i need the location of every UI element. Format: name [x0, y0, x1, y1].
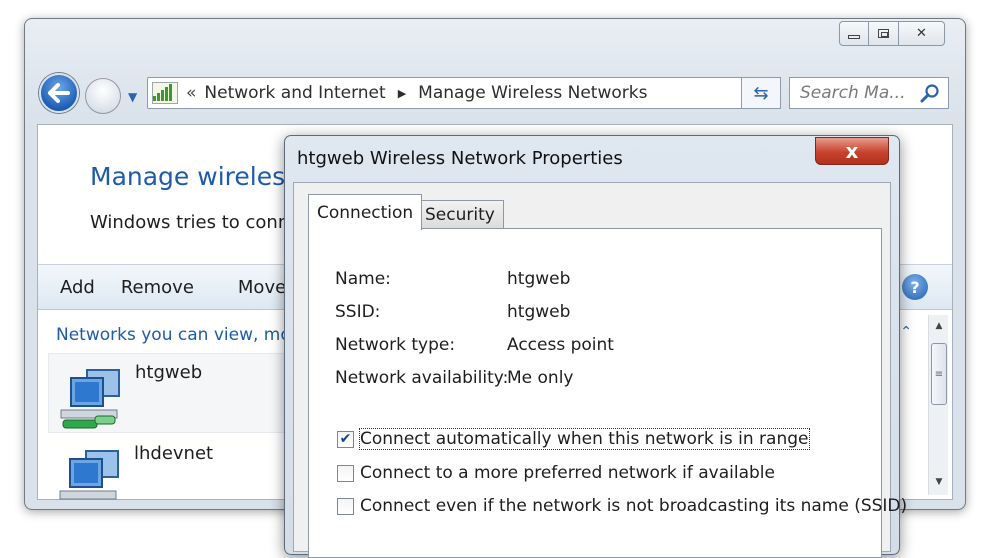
close-button[interactable]: ✕	[899, 21, 945, 46]
search-icon[interactable]	[920, 83, 940, 103]
breadcrumb-network-and-internet[interactable]: Network and Internet	[204, 83, 385, 103]
name-value: htgweb	[507, 269, 571, 289]
tab-security[interactable]: Security	[416, 200, 504, 228]
dialog-close-button[interactable]: x	[815, 137, 889, 165]
connect-not-broadcasting-checkbox[interactable]: Connect even if the network is not broad…	[337, 496, 907, 516]
network-type-value: Access point	[507, 335, 614, 355]
ssid-value: htgweb	[507, 302, 571, 322]
connection-tab-panel: Name: htgweb SSID: htgweb Network type: …	[308, 228, 907, 558]
checkbox-unchecked-icon[interactable]	[337, 497, 354, 515]
maximize-icon	[878, 29, 889, 38]
refresh-icon: ⇆	[753, 82, 769, 104]
dialog-title: htgweb Wireless Network Properties	[297, 148, 623, 169]
scroll-up-icon[interactable]: ▲	[929, 317, 949, 335]
back-arrow-icon	[48, 83, 70, 103]
connect-automatically-label[interactable]: Connect automatically when this network …	[359, 428, 810, 450]
tab-connection[interactable]: Connection	[308, 194, 423, 230]
breadcrumb-manage-wireless-networks[interactable]: Manage Wireless Networks	[418, 83, 647, 103]
network-availability-value: Me only	[507, 368, 574, 388]
add-button[interactable]: Add	[60, 277, 95, 298]
network-name: lhdevnet	[134, 443, 214, 464]
connect-automatically-checkbox[interactable]: ✔ Connect automatically when this networ…	[337, 428, 810, 450]
network-name: htgweb	[135, 362, 203, 383]
dialog-body: Connection Security Name: htgweb SSID: h…	[293, 182, 907, 558]
minimize-button[interactable]	[839, 21, 869, 46]
connect-not-broadcasting-label[interactable]: Connect even if the network is not broad…	[360, 496, 907, 516]
remove-button[interactable]: Remove	[121, 277, 194, 298]
minimize-icon	[848, 34, 860, 39]
network-list-item[interactable]: lhdevnet	[48, 435, 298, 509]
search-placeholder: Search Ma...	[800, 83, 906, 103]
maximize-button[interactable]	[869, 21, 899, 46]
caption-buttons: ✕	[839, 21, 945, 46]
close-icon: ✕	[916, 26, 927, 41]
network-signal-icon	[152, 82, 178, 104]
network-type-label: Network type:	[335, 335, 456, 355]
recent-pages-dropdown[interactable]: ▼	[128, 90, 137, 104]
scrollbar-thumb[interactable]: ≡	[931, 343, 947, 405]
wireless-network-icon	[59, 450, 119, 500]
back-button[interactable]	[39, 73, 79, 113]
checkbox-unchecked-icon[interactable]	[337, 464, 354, 482]
wireless-network-icon	[60, 369, 120, 429]
ssid-label: SSID:	[335, 302, 381, 322]
connect-preferred-checkbox[interactable]: Connect to a more preferred network if a…	[337, 463, 775, 483]
collapse-group-icon[interactable]: ⌃	[900, 324, 912, 340]
help-icon[interactable]: ?	[902, 274, 928, 300]
address-bar[interactable]: « Network and Internet ▶ Manage Wireless…	[147, 77, 853, 109]
name-label: Name:	[335, 269, 391, 289]
forward-button[interactable]	[85, 78, 121, 114]
network-availability-label: Network availability:	[335, 368, 509, 388]
vertical-scrollbar[interactable]: ▲ ≡ ▼	[928, 315, 948, 495]
network-properties-dialog: htgweb Wireless Network Properties x Con…	[284, 135, 907, 558]
connect-preferred-label[interactable]: Connect to a more preferred network if a…	[360, 463, 775, 483]
checkbox-checked-icon[interactable]: ✔	[337, 430, 354, 448]
network-list-item[interactable]: htgweb	[48, 353, 298, 433]
search-input[interactable]: Search Ma...	[789, 77, 949, 109]
breadcrumb-arrow-icon[interactable]: ▶	[398, 87, 406, 100]
page-description: Windows tries to conne	[90, 212, 301, 233]
refresh-button[interactable]: ⇆	[741, 77, 781, 109]
scroll-down-icon[interactable]: ▼	[929, 473, 949, 491]
close-icon: x	[845, 139, 859, 163]
address-chevron[interactable]: «	[186, 83, 196, 103]
networks-group-header[interactable]: Networks you can view, mo	[56, 325, 291, 345]
